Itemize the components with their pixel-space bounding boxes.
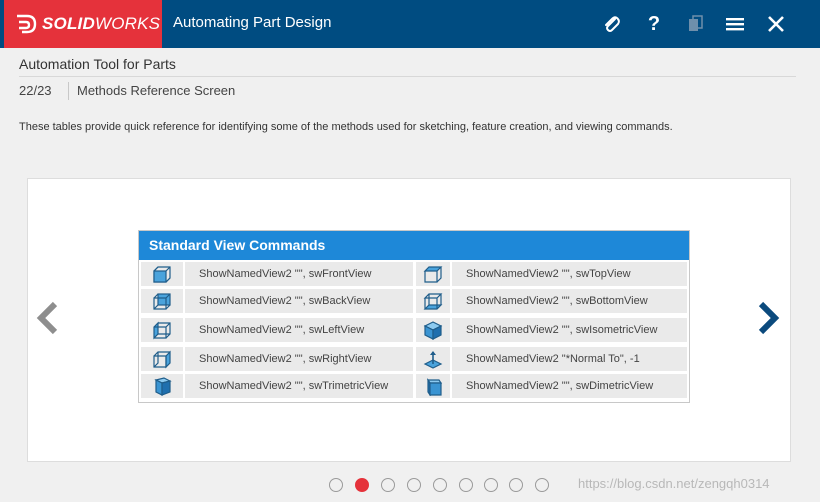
method-cell: ShowNamedView2 "", swFrontView [185,262,413,286]
app-title: Automating Part Design [173,14,332,31]
chevron-left-icon [36,301,58,335]
help-icon[interactable]: ? [640,10,668,38]
method-cell: ShowNamedView2 "", swBottomView [452,289,687,313]
divider [19,76,796,77]
prev-slide-button[interactable] [33,298,63,338]
standard-view-commands-table: Standard View Commands ShowNamedView2 ""… [138,230,690,403]
method-cell: ShowNamedView2 "", swBackView [185,289,413,313]
screen-title: Methods Reference Screen [77,83,236,98]
method-cell: ShowNamedView2 "", swTrimetricView [185,374,413,398]
bottom-view-icon [416,289,450,313]
table-title: Standard View Commands [139,231,689,260]
watermark-text: https://blog.csdn.net/zengqh0314 [578,476,770,491]
page-dot-5[interactable] [433,478,447,492]
right-view-icon [141,347,183,371]
back-view-icon [141,289,183,313]
page-dot-8[interactable] [509,478,523,492]
close-icon[interactable] [762,10,790,38]
page-dot-4[interactable] [407,478,421,492]
description-text: These tables provide quick reference for… [19,121,673,133]
page-dot-7[interactable] [484,478,498,492]
method-cell: ShowNamedView2 "*Normal To", -1 [452,347,687,371]
top-view-icon [416,262,450,286]
normal-to-icon [416,347,450,371]
solidworks-logo: SOLIDWORKS [4,0,162,48]
app-header: SOLIDWORKS Automating Part Design ? [0,0,820,48]
menu-icon[interactable] [721,10,749,38]
isometric-view-icon [416,318,450,342]
divider [68,82,69,100]
method-cell: ShowNamedView2 "", swLeftView [185,318,413,342]
ds-logo-icon [17,14,37,34]
method-cell: ShowNamedView2 "", swTopView [452,262,687,286]
page-dot-1[interactable] [329,478,343,492]
chevron-right-icon [758,301,780,335]
logo-text: SOLIDWORKS [42,14,161,33]
method-cell: ShowNamedView2 "", swDimetricView [452,374,687,398]
page-counter: 22/23 [19,83,52,98]
page-dot-2-active[interactable] [355,478,369,492]
method-cell: ShowNamedView2 "", swRightView [185,347,413,371]
next-slide-button[interactable] [753,298,783,338]
dimetric-view-icon [416,374,450,398]
trimetric-view-icon [141,374,183,398]
paperclip-icon[interactable] [598,10,626,38]
course-title: Automation Tool for Parts [19,56,176,72]
front-view-icon [141,262,183,286]
page-dot-3[interactable] [381,478,395,492]
left-view-icon [141,318,183,342]
page-dot-9[interactable] [535,478,549,492]
method-cell: ShowNamedView2 "", swIsometricView [452,318,687,342]
tablet-icon[interactable] [681,10,709,38]
page-dot-6[interactable] [459,478,473,492]
